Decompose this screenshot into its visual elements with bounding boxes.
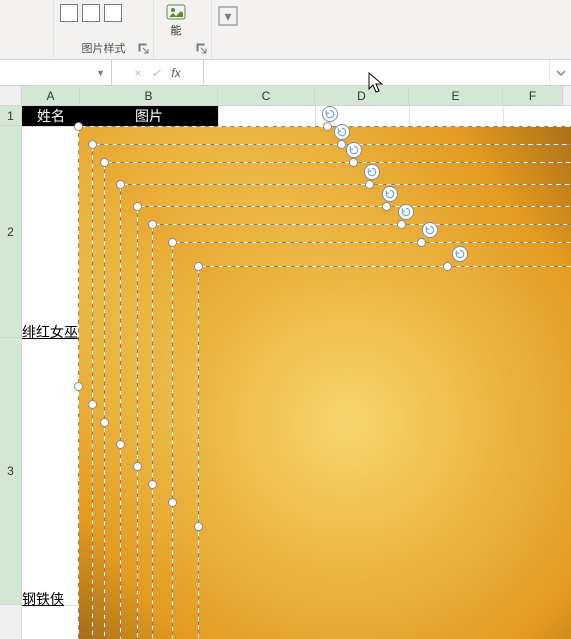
ribbon-group-picture-styles: 图片样式 xyxy=(54,0,154,58)
function-icon xyxy=(166,4,186,20)
resize-handle[interactable] xyxy=(194,262,203,271)
resize-handle[interactable] xyxy=(382,202,391,211)
col-header-c[interactable]: C xyxy=(218,86,315,105)
fx-controls: × ✓ fx xyxy=(112,60,204,85)
rotate-handle[interactable] xyxy=(322,106,338,122)
resize-handle[interactable] xyxy=(397,220,406,229)
chevron-down-icon[interactable]: ▼ xyxy=(96,68,105,78)
resize-handle[interactable] xyxy=(116,180,125,189)
dialog-launcher-icon[interactable] xyxy=(195,42,209,56)
ribbon: 图片样式 能 ▾ xyxy=(0,0,571,60)
cancel-icon[interactable]: × xyxy=(134,66,141,80)
cell-b1[interactable]: 图片 xyxy=(80,106,218,126)
rotate-handle[interactable] xyxy=(364,164,380,180)
ribbon-group-partial2: ▾ xyxy=(212,0,252,58)
style-thumb[interactable] xyxy=(60,4,78,22)
resize-handle[interactable] xyxy=(365,180,374,189)
rotate-handle[interactable] xyxy=(452,246,468,262)
style-thumb[interactable] xyxy=(104,4,122,22)
row-header-2[interactable]: 2 xyxy=(0,126,21,338)
rotate-handle[interactable] xyxy=(398,204,414,220)
resize-handle[interactable] xyxy=(337,140,346,149)
rotate-handle[interactable] xyxy=(334,124,350,140)
resize-handle[interactable] xyxy=(100,418,109,427)
resize-handle[interactable] xyxy=(88,400,97,409)
confirm-icon[interactable]: ✓ xyxy=(151,66,161,80)
resize-handle[interactable] xyxy=(349,158,358,167)
svg-text:▾: ▾ xyxy=(224,8,231,24)
group-label-picture-styles: 图片样式 xyxy=(82,40,126,56)
inserted-picture[interactable] xyxy=(198,266,571,639)
resize-handle[interactable] xyxy=(133,202,142,211)
picture-content xyxy=(198,266,571,639)
rotate-handle[interactable] xyxy=(346,142,362,158)
resize-handle[interactable] xyxy=(194,522,203,531)
cell-a3[interactable]: 钢铁侠 xyxy=(22,589,64,609)
rotate-handle[interactable] xyxy=(422,222,438,238)
row-headers: 1 2 3 xyxy=(0,106,22,639)
resize-handle[interactable] xyxy=(116,440,125,449)
rotate-handle[interactable] xyxy=(382,186,398,202)
style-gallery[interactable] xyxy=(60,4,122,22)
resize-handle[interactable] xyxy=(148,220,157,229)
sheet-area: A B C D E F 1 2 3 姓名 图片 绯红女巫 钢铁侠 xyxy=(0,86,571,639)
cell-a2[interactable]: 绯红女巫 xyxy=(22,322,78,342)
ribbon-btn-label: 能 xyxy=(171,22,182,38)
style-thumb[interactable] xyxy=(82,4,100,22)
resize-handle[interactable] xyxy=(148,480,157,489)
name-box[interactable]: ▼ xyxy=(0,60,112,85)
resize-handle[interactable] xyxy=(100,158,109,167)
tool-icon: ▾ xyxy=(216,4,240,28)
cell-grid[interactable]: 姓名 图片 绯红女巫 钢铁侠 xyxy=(22,106,571,639)
ribbon-group-func: 能 xyxy=(154,0,212,58)
formula-bar: ▼ × ✓ fx xyxy=(0,60,571,86)
col-header-e[interactable]: E xyxy=(409,86,503,105)
formula-input[interactable] xyxy=(204,60,549,85)
resize-handle[interactable] xyxy=(443,262,452,271)
col-header-b[interactable]: B xyxy=(80,86,218,105)
row-header-1[interactable]: 1 xyxy=(0,106,21,126)
column-headers: A B C D E F xyxy=(22,86,571,106)
cell-a1[interactable]: 姓名 xyxy=(22,106,80,126)
ribbon-group-partial xyxy=(0,0,54,58)
col-header-a[interactable]: A xyxy=(22,86,80,105)
resize-handle[interactable] xyxy=(133,462,142,471)
ribbon-button[interactable]: 能 xyxy=(160,2,192,40)
col-header-f[interactable]: F xyxy=(503,86,563,105)
select-all-corner[interactable] xyxy=(0,86,22,106)
expand-formula-bar-icon[interactable] xyxy=(549,60,571,85)
ribbon-button[interactable]: ▾ xyxy=(216,4,240,31)
row-header-3[interactable]: 3 xyxy=(0,338,21,605)
picture-subject xyxy=(536,546,571,639)
resize-handle[interactable] xyxy=(417,238,426,247)
resize-handle[interactable] xyxy=(88,140,97,149)
resize-handle[interactable] xyxy=(74,122,83,131)
resize-handle[interactable] xyxy=(74,382,83,391)
col-header-d[interactable]: D xyxy=(315,86,409,105)
resize-handle[interactable] xyxy=(323,122,332,131)
dialog-launcher-icon[interactable] xyxy=(137,42,151,56)
fx-icon[interactable]: fx xyxy=(171,66,180,80)
resize-handle[interactable] xyxy=(168,238,177,247)
resize-handle[interactable] xyxy=(168,498,177,507)
